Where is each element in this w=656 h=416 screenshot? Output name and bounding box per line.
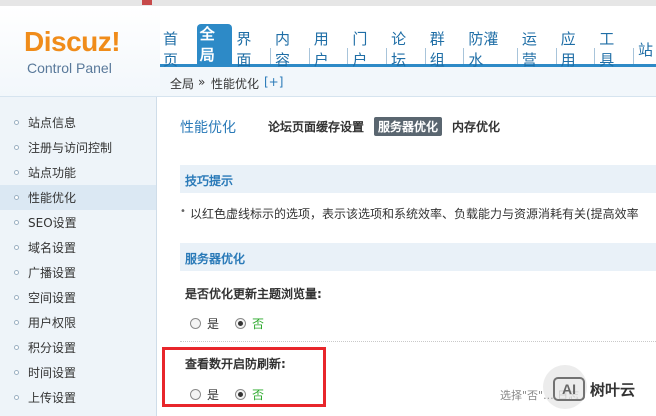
breadcrumb-current: 性能优化: [211, 77, 260, 91]
nav-separator: [555, 48, 557, 64]
nav-tab[interactable]: 群组: [427, 30, 463, 69]
add-shortcut-link[interactable]: [+]: [264, 75, 283, 89]
optimize-views-radio-group: 是 否: [190, 315, 280, 332]
bullet-icon: [14, 220, 19, 225]
nav-separator: [424, 48, 426, 64]
tips-bullet: •: [180, 206, 186, 217]
sidebar-item[interactable]: 广播设置: [0, 260, 156, 285]
nav-separator: [594, 48, 596, 64]
sidebar-item[interactable]: 性能优化: [0, 185, 156, 210]
bullet-icon: [14, 295, 19, 300]
watermark: AI 树叶云: [543, 365, 656, 409]
bullet-icon: [14, 395, 19, 400]
nav-separator: [347, 48, 349, 64]
sidebar-item[interactable]: 站点信息: [0, 110, 156, 135]
watermark-text: 树叶云: [590, 380, 636, 399]
sidebar-item-label: SEO设置: [28, 216, 77, 230]
sidebar: 站点信息注册与访问控制 站点功能性能优化 SEO设置域名设置广播设置空间设置用户权限…: [0, 97, 157, 416]
optimize-views-label: 是否优化更新主题浏览量:: [185, 287, 322, 301]
nav-tab[interactable]: 工具: [596, 30, 632, 69]
subtabs: 论坛页面缓存设置 服务器优化 内存优化: [264, 117, 504, 136]
sidebar-item[interactable]: 域名设置: [0, 235, 156, 260]
nav-tab[interactable]: 防灌水: [465, 30, 516, 69]
highlight-box: [162, 347, 326, 407]
server-optimization-header: 服务器优化: [180, 243, 656, 271]
sidebar-item-label: 积分设置: [28, 341, 77, 355]
sidebar-item-label: 广播设置: [28, 266, 77, 280]
nav-tab[interactable]: 首页: [160, 30, 196, 69]
sidebar-item-label: 上传设置: [28, 391, 77, 405]
page-title: 性能优化: [180, 120, 236, 136]
breadcrumb-separator: »: [198, 75, 206, 89]
sidebar-item[interactable]: 站点功能: [0, 160, 156, 185]
nav-tab[interactable]: 门户: [349, 30, 385, 69]
top-nav: 首页 全局 界面 内容 用户 门户 论坛 群组 防灌水 运营 应用 工具站: [160, 22, 656, 69]
nav-tab[interactable]: 界面: [233, 30, 269, 69]
sidebar-item-label: 用户权限: [28, 316, 77, 330]
subtab[interactable]: 内存优化: [448, 117, 504, 136]
tips-header: 技巧提示: [180, 165, 656, 193]
server-optimization-label: 服务器优化: [185, 252, 246, 266]
bullet-icon: [14, 370, 19, 375]
sidebar-item-label: 域名设置: [28, 241, 77, 255]
bullet-icon: [14, 245, 19, 250]
bullet-icon: [14, 195, 19, 200]
tips-text: 以红色虚线标示的选项，表示该选项和系统效率、负载能力与资源消耗有关(提高效率: [190, 207, 639, 221]
nav-separator: [463, 48, 465, 64]
logo-brand: Discuz!: [24, 26, 121, 57]
sidebar-item[interactable]: 时间设置: [0, 360, 156, 385]
watermark-circle: [543, 365, 587, 409]
logo[interactable]: Discuz! Control Panel: [0, 6, 160, 97]
bullet-icon: [14, 270, 19, 275]
nav-tab[interactable]: 应用: [558, 30, 594, 69]
bullet-icon: [14, 170, 19, 175]
subtab[interactable]: 论坛页面缓存设置: [264, 117, 368, 136]
optimize-views-yes-radio[interactable]: [190, 318, 201, 329]
nav-separator: [270, 48, 272, 64]
sidebar-item-label: 站点功能: [28, 166, 77, 180]
browser-tab-marker: [142, 0, 152, 5]
sidebar-item[interactable]: 用户权限: [0, 310, 156, 335]
sidebar-item-label: 性能优化: [28, 191, 77, 205]
nav-tab[interactable]: 论坛: [388, 30, 424, 69]
sidebar-item[interactable]: SEO设置: [0, 210, 156, 235]
nav-tab[interactable]: 内容: [272, 30, 308, 69]
logo-subtitle: Control Panel: [27, 60, 112, 76]
nav-separator: [516, 48, 518, 64]
nav-tab[interactable]: 运营: [519, 30, 555, 69]
nav-tab[interactable]: 用户: [311, 30, 347, 69]
optimize-views-no-radio[interactable]: [235, 318, 247, 329]
optimize-views-no-label[interactable]: 否: [252, 315, 264, 332]
optimize-views-yes-label[interactable]: 是: [207, 315, 219, 332]
bullet-icon: [14, 145, 19, 150]
sidebar-item-label: 站点信息: [28, 116, 77, 130]
bullet-icon: [14, 345, 19, 350]
sidebar-item[interactable]: 上传设置: [0, 385, 156, 410]
sidebar-item[interactable]: 积分设置: [0, 335, 156, 360]
nav-tab[interactable]: 全局: [196, 24, 233, 64]
sidebar-item-label: 注册与访问控制: [28, 141, 113, 155]
bullet-icon: [14, 120, 19, 125]
sidebar-item-label: 时间设置: [28, 366, 77, 380]
nav-separator: [632, 48, 634, 64]
subtab[interactable]: 服务器优化: [374, 117, 443, 136]
bullet-icon: [14, 320, 19, 325]
breadcrumb: 全局 » 性能优化 [+]: [160, 67, 656, 97]
nav-separator: [386, 48, 388, 64]
nav-tab[interactable]: 站: [635, 34, 656, 64]
nav-separator: [308, 48, 310, 64]
breadcrumb-root[interactable]: 全局: [170, 75, 194, 92]
tips-header-label: 技巧提示: [185, 174, 234, 188]
sidebar-item[interactable]: 注册与访问控制: [0, 135, 156, 160]
sidebar-item-label: 空间设置: [28, 291, 77, 305]
divider: [180, 341, 656, 342]
sidebar-item[interactable]: 空间设置: [0, 285, 156, 310]
